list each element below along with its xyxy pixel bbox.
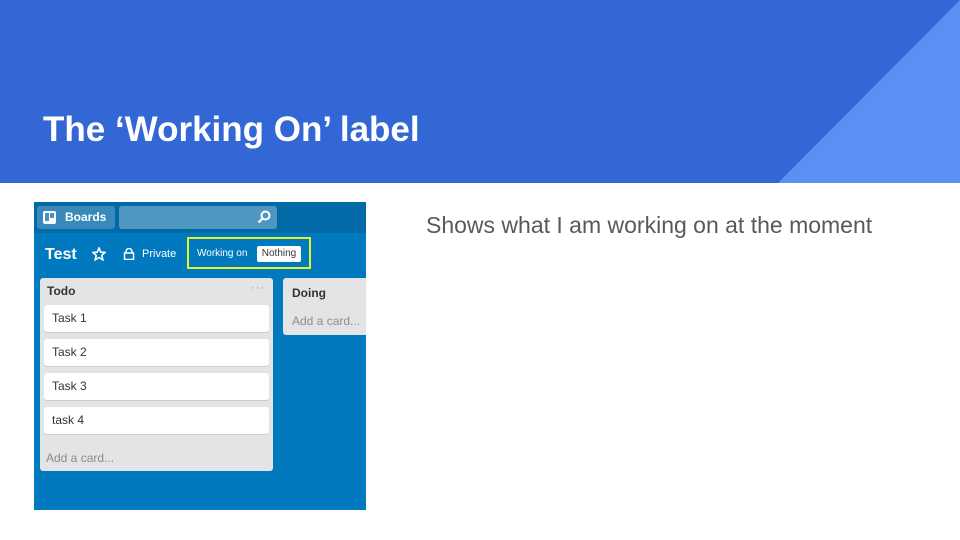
trello-board-screenshot: Boards Test Private Working on Nothing T… [34,202,366,510]
card[interactable]: task 4 [44,407,269,434]
add-card-link[interactable]: Add a card... [292,314,360,328]
list-title[interactable]: Todo [47,284,75,298]
list-todo: Todo ··· Task 1 Task 2 Task 3 task 4 Add… [40,278,273,471]
boards-button[interactable]: Boards [37,206,115,229]
working-on-label: Working on [197,248,248,259]
boards-button-label: Boards [65,210,107,224]
card-title: Task 2 [52,345,87,359]
board-name[interactable]: Test [45,245,77,265]
list-menu-icon[interactable]: ··· [251,282,265,294]
card[interactable]: Task 1 [44,305,269,332]
working-on-highlight: Working on Nothing [187,237,311,269]
slide-body-text: Shows what I am working on at the moment [426,212,873,238]
search-icon [257,210,271,224]
card-title: Task 3 [52,379,87,393]
list-title[interactable]: Doing [292,286,326,300]
card[interactable]: Task 3 [44,373,269,400]
search-input[interactable] [119,206,277,229]
list-doing: Doing Add a card... [283,278,366,335]
header-triangle-decoration [778,0,960,183]
add-card-link[interactable]: Add a card... [46,451,114,465]
boards-icon [43,211,56,224]
slide-title: The ‘Working On’ label [43,110,420,149]
slide-header: The ‘Working On’ label [0,0,960,183]
card[interactable]: Task 2 [44,339,269,366]
star-icon[interactable] [92,247,106,261]
card-title: task 4 [52,413,85,427]
working-on-value[interactable]: Nothing [257,246,301,262]
card-title: Task 1 [52,311,87,325]
lock-icon [123,248,135,260]
visibility-label[interactable]: Private [142,247,176,261]
trello-topbar: Boards [34,202,366,233]
